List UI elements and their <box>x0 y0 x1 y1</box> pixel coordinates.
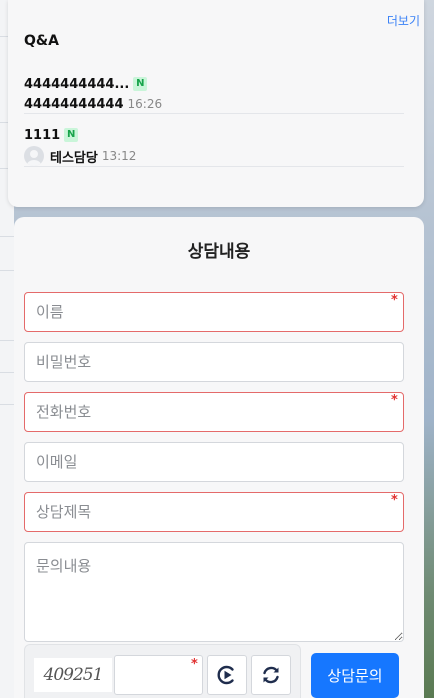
refresh-icon <box>263 666 279 684</box>
qa-item-author: 테스담당 <box>50 150 98 166</box>
new-badge: N <box>133 77 148 91</box>
refresh-captcha-button[interactable] <box>251 655 291 695</box>
password-input[interactable] <box>24 342 404 382</box>
required-mark: * <box>391 393 398 408</box>
phone-input[interactable] <box>24 392 404 432</box>
play-audio-button[interactable] <box>207 655 247 695</box>
new-badge: N <box>64 128 79 142</box>
qa-item-title: 1111 <box>24 127 61 143</box>
play-audio-icon <box>217 665 234 685</box>
required-mark: * <box>391 493 398 508</box>
qa-item-time: 16:26 <box>127 97 163 111</box>
required-mark: * <box>391 293 398 308</box>
submit-inquiry-button[interactable]: 상담문의 <box>311 653 399 698</box>
avatar-icon <box>24 146 44 166</box>
consultation-form: 상담내용 * * * 409251 * 상담문의 <box>14 217 424 698</box>
qa-title: Q&A <box>24 33 59 49</box>
form-title: 상담내용 <box>187 242 251 262</box>
name-input[interactable] <box>24 292 404 332</box>
qa-list-item[interactable]: 1111 N 테스담당 13:12 <box>24 125 404 167</box>
captcha-image: 409251 <box>34 658 112 692</box>
more-link[interactable]: 더보기 <box>387 12 420 29</box>
qa-item-subtitle: 44444444444 <box>24 96 124 112</box>
subject-input[interactable] <box>24 492 404 532</box>
qa-card: Q&A 더보기 4444444444... N 44444444444 16:2… <box>8 0 424 207</box>
qa-item-title: 4444444444... <box>24 76 130 92</box>
content-textarea[interactable] <box>24 542 404 642</box>
required-mark: * <box>191 657 198 672</box>
captcha-input[interactable] <box>114 655 203 695</box>
qa-item-time: 13:12 <box>101 149 137 163</box>
email-input[interactable] <box>24 442 404 482</box>
qa-list-item[interactable]: 4444444444... N 44444444444 16:26 <box>24 74 404 114</box>
captcha-panel: 409251 * <box>24 644 301 698</box>
